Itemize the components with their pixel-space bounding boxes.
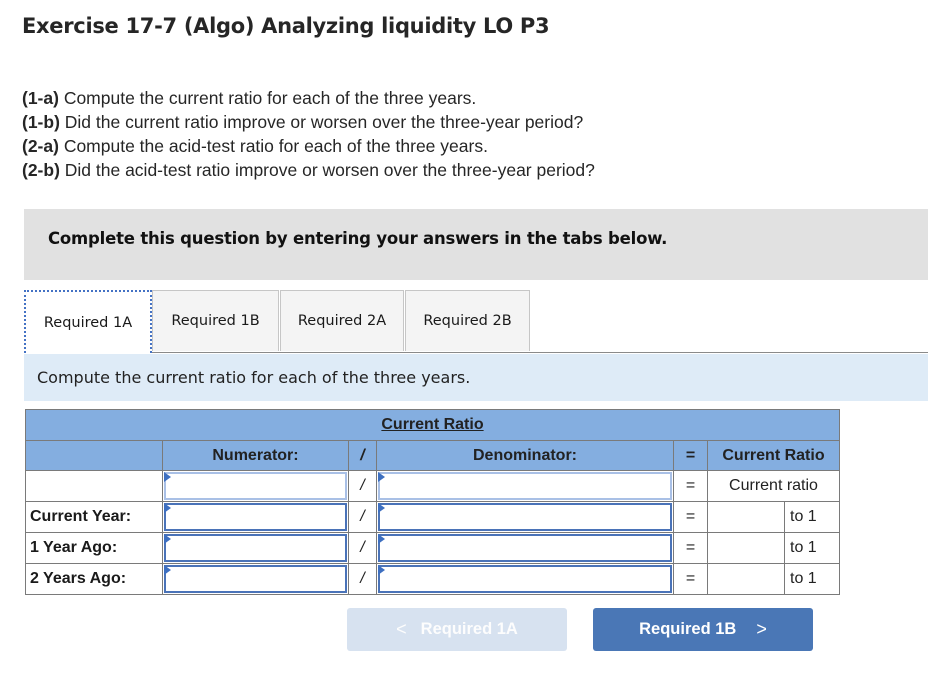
units-result-label: Current ratio [707,470,840,502]
question-tag: (2-a) [22,136,59,156]
input-box[interactable] [164,503,347,531]
header-numerator: Numerator: [162,440,349,471]
question-text: Did the acid-test ratio improve or worse… [59,160,595,180]
denominator-input[interactable] [376,532,674,564]
instructions-banner: Complete this question by entering your … [24,209,928,280]
current-ratio-table: Current Ratio Numerator: / Denominator: … [25,409,840,595]
question-item: (2-a) Compute the acid-test ratio for ea… [22,134,595,158]
denominator-input[interactable] [376,501,674,533]
dropdown-flag-icon [378,503,385,513]
header-equals-text: = [685,446,696,464]
question-list: (1-a) Compute the current ratio for each… [22,86,595,182]
header-result: Current Ratio [707,440,840,471]
question-text: Did the current ratio improve or worsen … [59,112,584,132]
tab-required-1a[interactable]: Required 1A [24,290,152,353]
numerator-input[interactable] [162,563,349,595]
denominator-input[interactable] [376,563,674,595]
slash: / [348,532,377,564]
ratio-value [707,532,785,564]
input-box[interactable] [378,565,672,593]
input-box[interactable] [378,534,672,562]
chevron-left-icon: < [396,619,407,639]
slash: / [348,563,377,595]
row-label: 2 Years Ago: [25,563,163,595]
header-slash: / [348,440,377,471]
input-box[interactable] [164,534,347,562]
input-box[interactable] [378,472,672,500]
ratio-suffix: to 1 [784,501,840,533]
header-empty [25,440,163,471]
question-tag: (2-b) [22,160,60,180]
question-tag: (1-b) [22,112,60,132]
dropdown-flag-icon [164,565,171,575]
numerator-input[interactable] [162,501,349,533]
tab-divider [152,352,928,353]
dropdown-flag-icon [378,565,385,575]
next-tab-label: Required 1B [639,620,737,638]
exercise-title: Exercise 17-7 (Algo) Analyzing liquidity… [22,14,550,38]
equals: = [673,563,708,595]
header-slash-text: / [360,446,365,464]
banner-text: Complete this question by entering your … [48,229,668,248]
header-denominator-text: Denominator: [473,446,577,464]
units-slash: / [348,470,377,502]
table-row: 1 Year Ago: / = to 1 [25,532,840,564]
tab-instruction: Compute the current ratio for each of th… [24,354,928,401]
prev-tab-button[interactable]: < Required 1A [347,608,567,651]
table-row: Current Year: / = to 1 [25,501,840,533]
dropdown-flag-icon [164,503,171,513]
units-equals: = [673,470,708,502]
dropdown-flag-icon [378,534,385,544]
units-numerator-input[interactable] [162,470,349,502]
slash: / [348,501,377,533]
table-row: 2 Years Ago: / = to 1 [25,563,840,595]
dropdown-flag-icon [378,472,385,482]
row-label: 1 Year Ago: [25,532,163,564]
prev-tab-label: Required 1A [420,620,518,638]
table-caption-cell: Current Ratio [25,409,840,441]
equals: = [673,501,708,533]
input-box[interactable] [164,565,347,593]
input-box[interactable] [378,503,672,531]
tab-required-2a[interactable]: Required 2A [280,290,404,351]
units-denominator-input[interactable] [376,470,674,502]
question-text: Compute the acid-test ratio for each of … [58,136,488,156]
row-label: Current Year: [25,501,163,533]
dropdown-flag-icon [164,534,171,544]
tab-required-2b[interactable]: Required 2B [405,290,530,351]
ratio-value [707,563,785,595]
header-denominator: Denominator: [376,440,674,471]
table-caption: Current Ratio [381,416,484,433]
instruction-text: Compute the current ratio for each of th… [37,368,471,387]
input-box[interactable] [164,472,347,500]
tab-required-1b[interactable]: Required 1B [152,290,279,351]
dropdown-flag-icon [164,472,171,482]
ratio-suffix: to 1 [784,563,840,595]
chevron-right-icon: > [756,619,767,639]
header-equals: = [673,440,708,471]
equals: = [673,532,708,564]
header-result-text: Current Ratio [722,446,825,464]
header-numerator-text: Numerator: [212,446,299,464]
ratio-value [707,501,785,533]
question-item: (1-a) Compute the current ratio for each… [22,86,595,110]
question-tag: (1-a) [22,88,59,108]
question-text: Compute the current ratio for each of th… [58,88,477,108]
numerator-input[interactable] [162,532,349,564]
next-tab-button[interactable]: Required 1B > [593,608,813,651]
question-item: (2-b) Did the acid-test ratio improve or… [22,158,595,182]
row-label-empty [25,470,163,502]
question-item: (1-b) Did the current ratio improve or w… [22,110,595,134]
ratio-suffix: to 1 [784,532,840,564]
table-row-units: / = Current ratio [25,470,840,502]
